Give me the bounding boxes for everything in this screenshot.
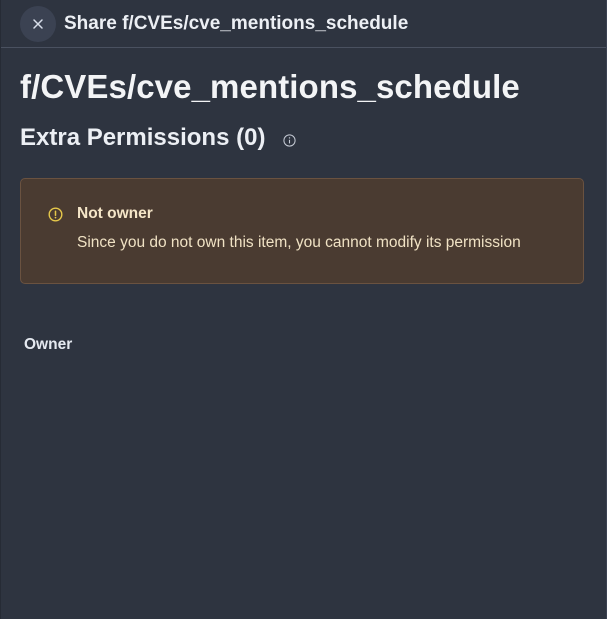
drawer-title: Share f/CVEs/cve_mentions_schedule bbox=[64, 12, 409, 34]
share-drawer: Share f/CVEs/cve_mentions_schedule f/CVE… bbox=[0, 0, 607, 619]
drawer-content: f/CVEs/cve_mentions_schedule Extra Permi… bbox=[1, 68, 606, 354]
close-icon bbox=[33, 18, 43, 29]
not-owner-alert: Not owner Since you do not own this item… bbox=[20, 178, 584, 284]
warning-circle-icon bbox=[48, 207, 63, 227]
info-icon[interactable] bbox=[283, 133, 297, 147]
alert-message: Since you do not own this item, you cann… bbox=[77, 234, 521, 251]
owner-label: Owner bbox=[24, 336, 73, 353]
extra-permissions-header: Extra Permissions (0) bbox=[20, 124, 583, 152]
alert-title: Not owner bbox=[77, 205, 153, 222]
close-button[interactable] bbox=[20, 5, 56, 42]
drawer-header: Share f/CVEs/cve_mentions_schedule bbox=[1, 0, 606, 48]
section-title: Extra Permissions (0) bbox=[20, 124, 266, 151]
page-title: f/CVEs/cve_mentions_schedule bbox=[20, 68, 520, 105]
